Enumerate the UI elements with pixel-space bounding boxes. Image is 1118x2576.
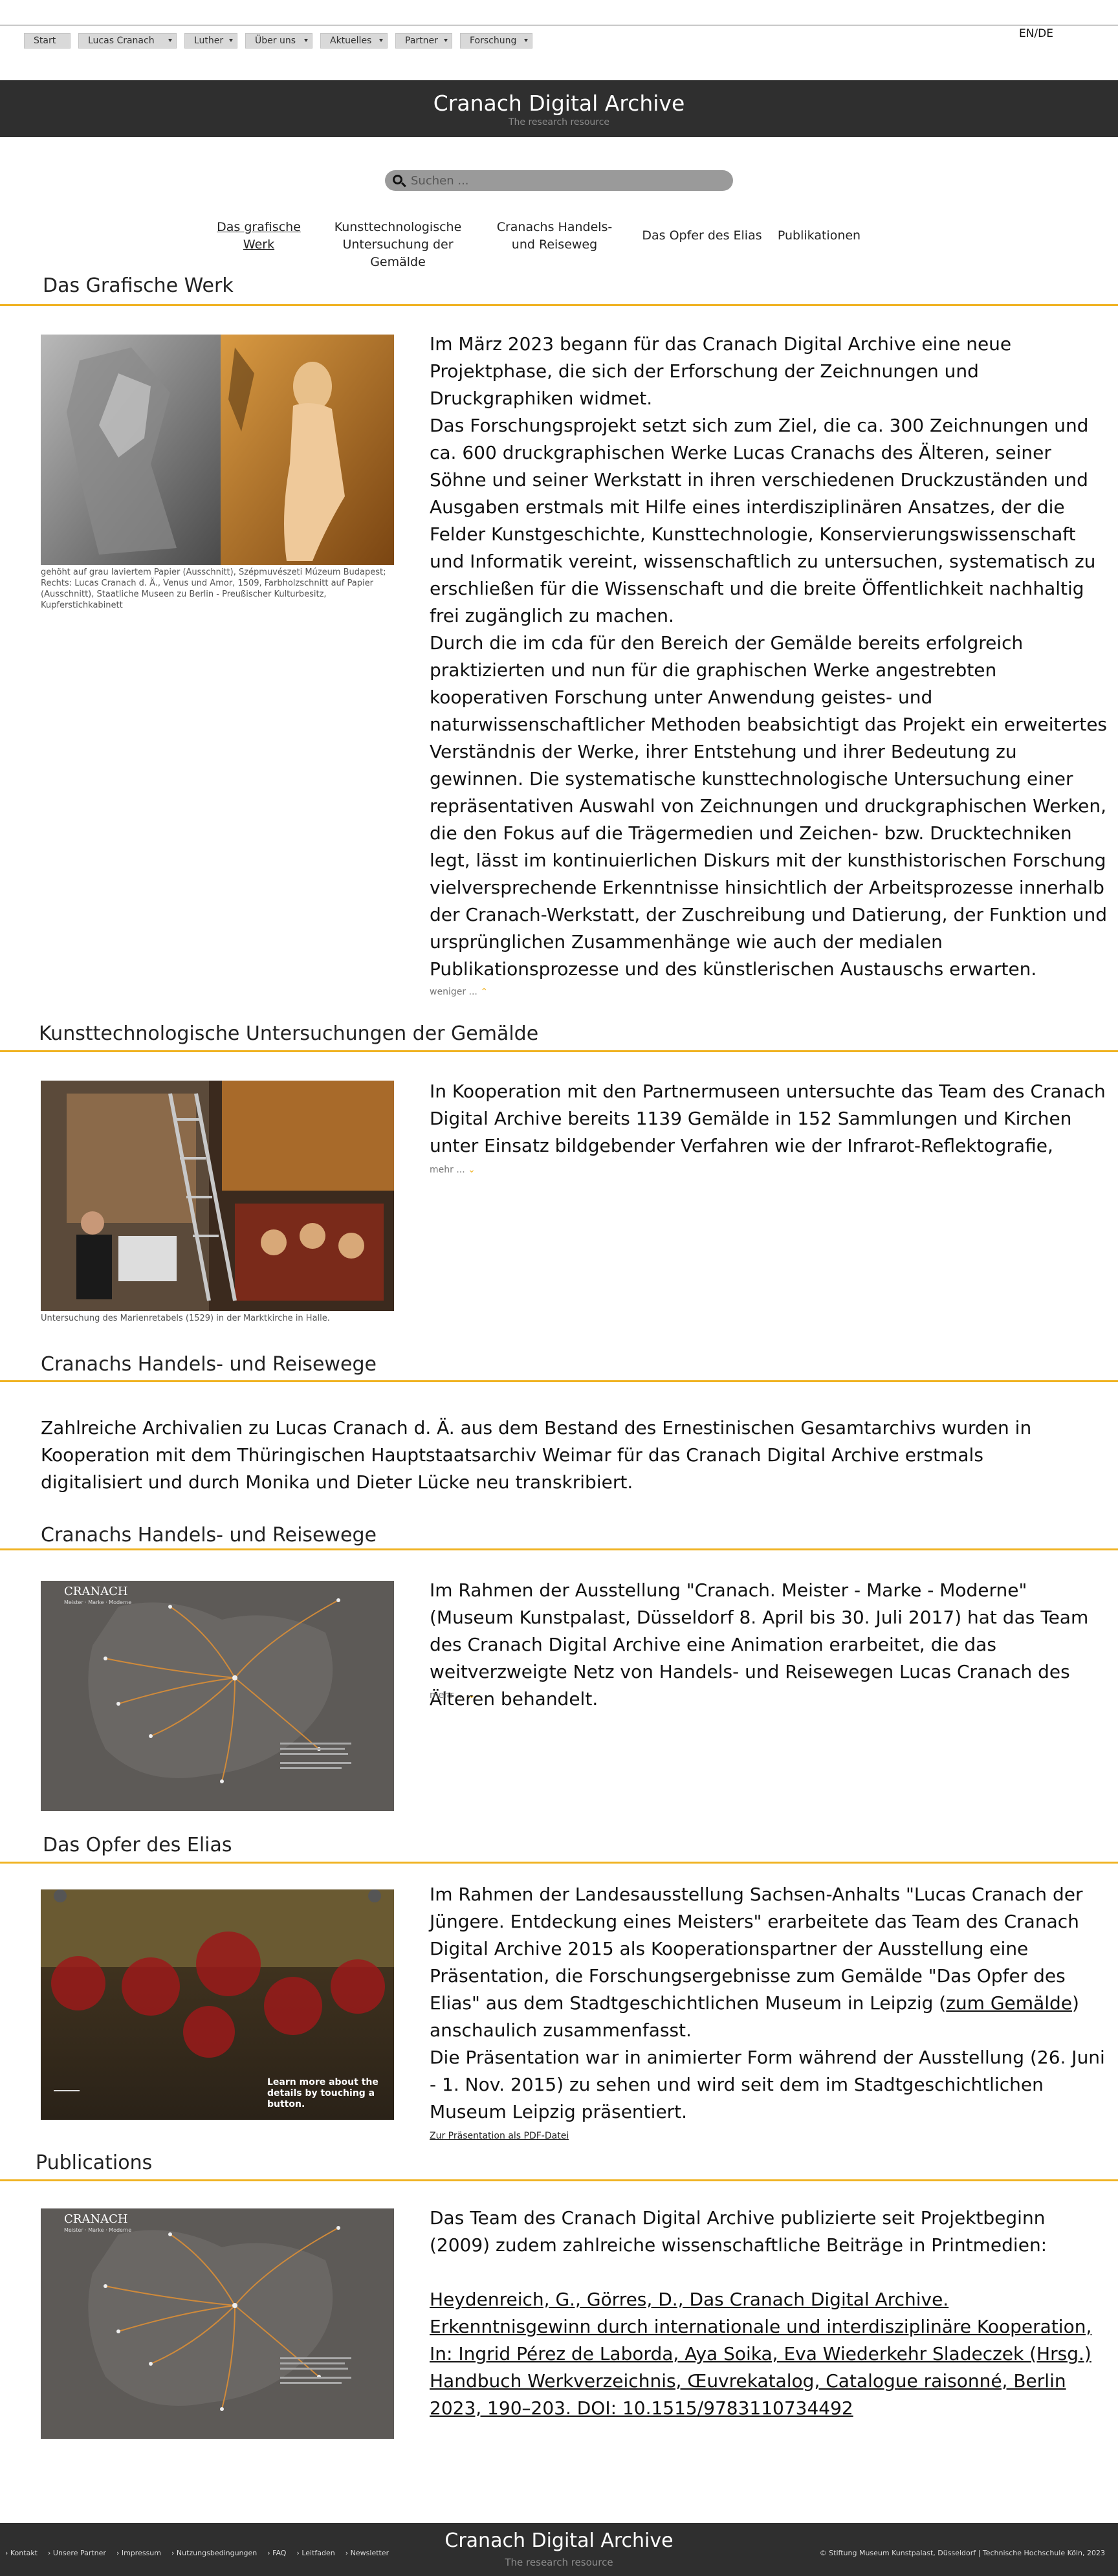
map-subtitle: Meister · Marke · Moderne	[64, 1600, 131, 1605]
section-rule	[0, 1380, 1118, 1382]
paragraph: Durch die im cda für den Bereich der Gem…	[430, 632, 1108, 980]
nav-label: Lucas Cranach	[88, 36, 155, 46]
section-rule	[0, 2179, 1118, 2181]
section-rule	[0, 1548, 1118, 1550]
footer-link-partner[interactable]: › Unsere Partner	[48, 2549, 106, 2557]
section-heading: Cranachs Handels- und Reisewege	[41, 1524, 377, 1547]
site-footer: Cranach Digital Archive The research res…	[0, 2523, 1118, 2576]
footer-link-impressum[interactable]: › Impressum	[116, 2549, 161, 2557]
secnav-grafische-werk[interactable]: Das grafische Werk	[214, 219, 304, 254]
examination-photo[interactable]	[41, 1081, 394, 1311]
chevron-down-icon	[379, 39, 383, 42]
nav-label: Forschung	[470, 36, 517, 46]
site-title[interactable]: Cranach Digital Archive	[0, 80, 1118, 116]
section-text: Im Rahmen der Landesausstellung Sachsen-…	[430, 1881, 1108, 2126]
paragraph: Zahlreiche Archivalien zu Lucas Cranach …	[41, 1417, 1032, 1493]
search-bar	[385, 170, 733, 191]
section-text: Zahlreiche Archivalien zu Lucas Cranach …	[41, 1415, 1076, 1496]
section-rule	[0, 304, 1118, 306]
paragraph: Das Forschungsprojekt setzt sich zum Zie…	[430, 415, 1096, 626]
section-heading: Cranachs Handels- und Reisewege	[41, 1353, 377, 1376]
reference-link[interactable]: Heydenreich, G., Görres, D., Das Cranach…	[430, 2286, 1108, 2422]
footer-link-nutzungsbedingungen[interactable]: › Nutzungsbedingungen	[171, 2549, 257, 2557]
section-rule	[0, 1862, 1118, 1864]
section-heading: Kunsttechnologische Untersuchungen der G…	[39, 1022, 539, 1045]
nav-start[interactable]: Start	[24, 33, 71, 49]
chevron-down-icon	[444, 39, 448, 42]
toggle-less-link[interactable]: weniger ... ⌃	[430, 987, 488, 997]
secnav-handelswege[interactable]: Cranachs Handels- und Reiseweg	[487, 219, 622, 254]
footer-link-faq[interactable]: › FAQ	[267, 2549, 286, 2557]
nav-aktuelles[interactable]: Aktuelles	[320, 33, 388, 49]
nav-luther[interactable]: Luther	[184, 33, 237, 49]
chevron-up-icon: ⌃	[480, 987, 488, 997]
paragraph: Im März 2023 begann für das Cranach Digi…	[430, 333, 1012, 409]
secnav-publikationen[interactable]: Publikationen	[774, 227, 864, 245]
presentation-overlay-text: Learn more about the details by touching…	[267, 2077, 378, 2109]
artwork-image[interactable]	[41, 335, 394, 565]
pdf-link[interactable]: Zur Präsentation als PDF-Datei	[430, 2131, 569, 2141]
language-switch[interactable]: EN/DE	[1019, 27, 1053, 40]
nav-label: Luther	[194, 36, 224, 46]
paragraph: Im Rahmen der Ausstellung "Cranach. Meis…	[430, 1580, 1089, 1710]
toggle-label: mehr ...	[430, 1165, 465, 1175]
section-rule	[0, 1050, 1118, 1052]
section-text: Das Team des Cranach Digital Archive pub…	[430, 2205, 1108, 2422]
chevron-down-icon	[524, 39, 528, 42]
secnav-opfer-elias[interactable]: Das Opfer des Elias	[641, 227, 763, 245]
nav-label: Partner	[405, 36, 438, 46]
site-subtitle: The research resource	[508, 117, 610, 127]
publication-map-image[interactable]: CRANACH Meister · Marke · Moderne	[41, 2208, 394, 2439]
paragraph: Die Präsentation war in animierter Form …	[430, 2047, 1105, 2122]
toggle-more-link[interactable]: mehr ... ⌄	[430, 1690, 476, 1701]
toggle-label: mehr ...	[430, 1690, 465, 1701]
paragraph: Im Rahmen der Landesausstellung Sachsen-…	[430, 1881, 1108, 2044]
nav-lucas-cranach[interactable]: Lucas Cranach	[78, 33, 177, 49]
trade-routes-map[interactable]: CRANACH Meister · Marke · Moderne	[41, 1581, 394, 1811]
chevron-down-icon	[168, 39, 172, 42]
section-text: Im März 2023 begann für das Cranach Digi…	[430, 331, 1108, 983]
chevron-down-icon	[229, 39, 233, 42]
section-heading: Publications	[36, 2152, 153, 2174]
map-title: CRANACH	[64, 1585, 128, 1598]
section-text: Im Rahmen der Ausstellung "Cranach. Meis…	[430, 1577, 1108, 1713]
chevron-down-icon: ⌄	[468, 1165, 476, 1175]
paragraph: In Kooperation mit den Partnermuseen unt…	[430, 1081, 1106, 1156]
footer-link-newsletter[interactable]: › Newsletter	[345, 2549, 389, 2557]
nav-label: Aktuelles	[330, 36, 372, 46]
toggle-more-link[interactable]: mehr ... ⌄	[430, 1165, 476, 1175]
section-text: In Kooperation mit den Partnermuseen unt…	[430, 1078, 1108, 1160]
footer-link-leitfaden[interactable]: › Leitfaden	[296, 2549, 334, 2557]
chevron-down-icon: ⌄	[468, 1690, 476, 1701]
search-input[interactable]	[411, 172, 721, 189]
site-header: Cranach Digital Archive The research res…	[0, 80, 1118, 137]
reference-text[interactable]: Heydenreich, G., Görres, D., Das Cranach…	[430, 2289, 1091, 2419]
elias-painting-presentation[interactable]: Learn more about the details by touching…	[41, 1889, 394, 2120]
footer-link-kontakt[interactable]: › Kontakt	[5, 2549, 38, 2557]
paragraph: Das Team des Cranach Digital Archive pub…	[430, 2207, 1047, 2256]
section-heading: Das Grafische Werk	[43, 274, 234, 297]
image-caption: Untersuchung des Marienretabels (1529) i…	[41, 1314, 330, 1323]
map-title: CRANACH	[64, 2212, 128, 2226]
section-heading: Das Opfer des Elias	[43, 1834, 232, 1856]
footer-subtitle: The research resource	[505, 2557, 613, 2568]
copyright: © Stiftung Museum Kunstpalast, Düsseldor…	[819, 2549, 1105, 2557]
search-icon[interactable]	[393, 175, 402, 184]
map-subtitle: Meister · Marke · Moderne	[64, 2227, 131, 2233]
chevron-down-icon	[304, 39, 308, 42]
image-caption: gehöht auf grau laviertem Papier (Aussch…	[41, 567, 386, 610]
toggle-label: weniger ...	[430, 987, 477, 997]
top-divider	[0, 25, 1118, 26]
nav-label: Über uns	[255, 36, 296, 46]
painting-link[interactable]: zum Gemälde	[946, 1992, 1072, 2014]
footer-links: › Kontakt › Unsere Partner › Impressum ›…	[5, 2549, 389, 2557]
secnav-kunsttechnologie[interactable]: Kunsttechnologische Untersuchung der Gem…	[317, 219, 479, 271]
nav-label: Start	[34, 36, 56, 46]
nav-ueber-uns[interactable]: Über uns	[245, 33, 312, 49]
top-navigation: Start Lucas Cranach Luther Über uns Aktu…	[24, 33, 532, 49]
nav-partner[interactable]: Partner	[395, 33, 452, 49]
nav-forschung[interactable]: Forschung	[460, 33, 532, 49]
